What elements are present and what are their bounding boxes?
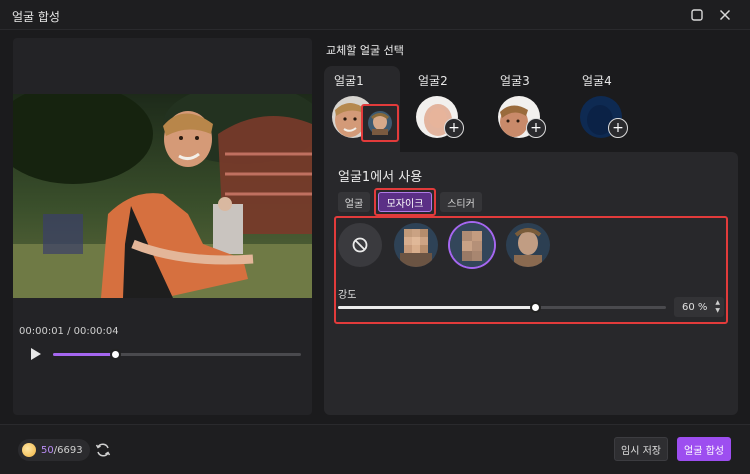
face-tab-1[interactable]: 얼굴1 (324, 66, 400, 154)
window-title: 얼굴 합성 (12, 10, 60, 24)
plus-icon[interactable]: + (526, 118, 546, 138)
mosaic-style-3[interactable] (506, 223, 550, 267)
refresh-icon[interactable] (95, 442, 111, 458)
face-tab-4[interactable]: 얼굴4 + (572, 66, 648, 154)
playback-progress-fill (53, 353, 115, 356)
face-tab-2[interactable]: 얼굴2 + (408, 66, 484, 154)
strength-slider-fill (338, 306, 535, 309)
preview-panel: 00:00:01 / 00:00:04 (13, 38, 312, 415)
face-merge-button[interactable]: 얼굴 합성 (677, 437, 731, 461)
replacement-face-thumbnail[interactable] (361, 104, 399, 142)
mosaic-none-option[interactable] (338, 223, 382, 267)
face-options-panel: 얼굴1에서 사용 얼굴 모자이크 스티커 강도 60 % ▲ ▼ (324, 152, 738, 415)
apply-title: 얼굴1에서 사용 (338, 170, 423, 185)
close-icon[interactable] (716, 6, 734, 24)
strength-label: 강도 (338, 290, 357, 301)
face-settings-panel: 교체할 얼굴 선택 얼굴1 얼굴2 + 얼굴3 + 얼굴4 + 얼굴1에서 사용… (324, 38, 738, 415)
video-preview (13, 94, 312, 298)
mosaic-style-2[interactable] (450, 223, 494, 267)
credits-total: /6693 (53, 444, 83, 456)
spinner-arrows-icon[interactable]: ▲ ▼ (715, 299, 720, 315)
title-bar: 얼굴 합성 (0, 0, 750, 30)
plus-icon[interactable]: + (444, 118, 464, 138)
face-tab-label: 얼굴4 (582, 74, 612, 88)
coin-icon (22, 443, 36, 457)
playback-scrubber[interactable] (110, 349, 121, 360)
play-icon[interactable] (30, 347, 42, 361)
temp-save-button[interactable]: 임시 저장 (614, 437, 668, 461)
mosaic-options: 강도 60 % ▲ ▼ (334, 216, 728, 324)
strength-input[interactable]: 60 % ▲ ▼ (674, 297, 724, 317)
credits-used: 50 (41, 444, 54, 456)
strength-unit: % (697, 301, 708, 313)
playback-progress[interactable] (53, 349, 301, 360)
strength-value: 60 (682, 301, 695, 313)
credits-badge: 50 /6693 (18, 439, 90, 461)
mosaic-style-1[interactable] (394, 223, 438, 267)
tab-mosaic[interactable]: 모자이크 (378, 192, 432, 212)
none-icon (352, 237, 368, 253)
tab-face[interactable]: 얼굴 (338, 192, 370, 212)
strength-slider[interactable] (338, 302, 666, 313)
face-tab-label: 얼굴2 (418, 74, 448, 88)
face-tab-label: 얼굴3 (500, 74, 530, 88)
face-tab-label: 얼굴1 (334, 74, 364, 88)
strength-slider-thumb[interactable] (529, 302, 541, 313)
bottom-bar: 50 /6693 임시 저장 얼굴 합성 (0, 424, 750, 474)
plus-icon[interactable]: + (608, 118, 628, 138)
section-title: 교체할 얼굴 선택 (326, 44, 404, 57)
face-tab-3[interactable]: 얼굴3 + (490, 66, 566, 154)
time-display: 00:00:01 / 00:00:04 (19, 326, 119, 337)
tab-sticker[interactable]: 스티커 (440, 192, 482, 212)
maximize-icon[interactable] (688, 6, 706, 24)
